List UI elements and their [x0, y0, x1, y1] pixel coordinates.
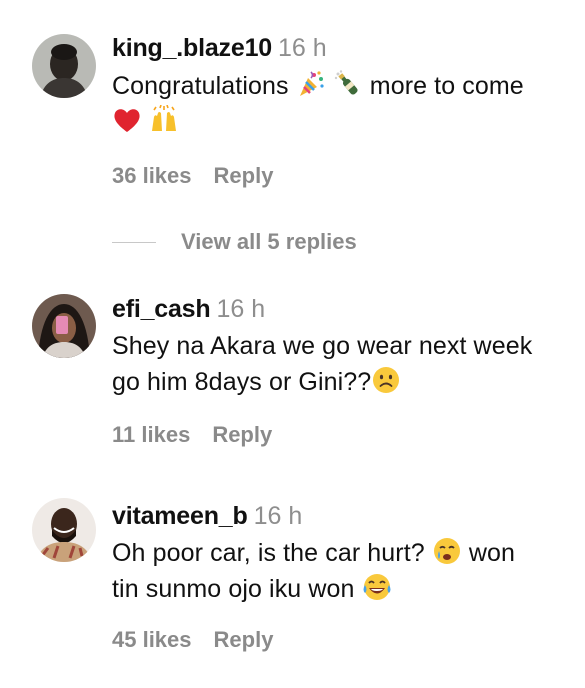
reply-button[interactable]: Reply: [214, 163, 274, 188]
champagne-icon: [333, 69, 363, 99]
comment-username[interactable]: efi_cash: [112, 295, 211, 323]
comment-text: Congratulations: [112, 72, 289, 100]
tears-of-joy-icon: [362, 572, 392, 602]
comment-username[interactable]: king_.blaze10: [112, 34, 272, 62]
reply-button[interactable]: Reply: [214, 627, 274, 652]
slightly-frowning-face-icon: [371, 365, 401, 395]
view-replies-button[interactable]: View all 5 replies: [181, 228, 357, 256]
crying-face-icon: [432, 536, 462, 566]
comment-username[interactable]: vitameen_b: [112, 502, 248, 530]
comment-text: Oh poor car, is the car hurt?: [112, 539, 425, 567]
comment-timestamp: 16 h: [216, 295, 266, 323]
likes-count[interactable]: 45 likes: [112, 627, 192, 652]
comment-3: vitameen_b 16 h Oh poor car, is the car h…: [0, 486, 585, 686]
comment-text-line2: go him 8days or Gini??: [112, 368, 372, 396]
comment-timestamp: 16 h: [253, 502, 303, 530]
raising-hands-icon: [149, 105, 179, 135]
comment-text-continued: more to come: [369, 72, 524, 100]
likes-count[interactable]: 11 likes: [112, 422, 190, 447]
comment-timestamp: 16 h: [277, 34, 327, 62]
comment-text-line2: tin sunmo ojo iku won: [112, 575, 355, 603]
comment-1: king_.blaze10 16 h Congratulations more …: [0, 0, 585, 200]
avatar[interactable]: [32, 498, 96, 562]
reply-button[interactable]: Reply: [212, 422, 272, 447]
comment-2: efi_cash 16 h Shey na Akara we go wear ne…: [0, 280, 585, 460]
divider-line: [112, 242, 156, 243]
avatar[interactable]: [32, 34, 96, 98]
avatar[interactable]: [32, 294, 96, 358]
comment-text-continued: won: [468, 539, 516, 567]
likes-count[interactable]: 36 likes: [112, 163, 192, 188]
comment-text: Shey na Akara we go wear next week: [112, 332, 533, 360]
red-heart-icon: [112, 105, 142, 135]
party-popper-icon: [296, 69, 326, 99]
